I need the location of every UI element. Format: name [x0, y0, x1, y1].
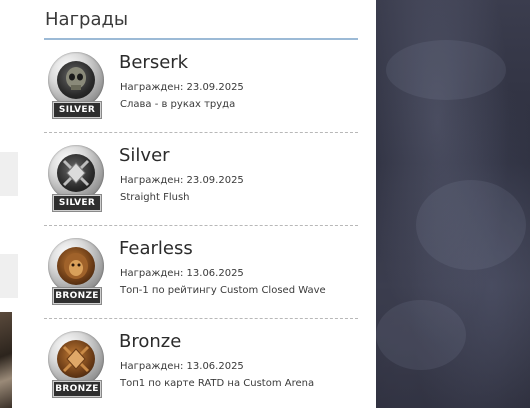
- tier-badge: SILVER: [52, 101, 102, 119]
- award-description: Слава - в руках труда: [120, 99, 236, 110]
- left-gutter-image: [0, 312, 12, 408]
- awards-panel: Награды SILVER Berserk Награжден: 23.09.…: [44, 0, 358, 411]
- diamond-swords-medal-icon: [48, 331, 104, 387]
- award-name: Fearless: [119, 238, 193, 259]
- tier-badge: BRONZE: [52, 380, 102, 398]
- left-gutter-tab: [0, 254, 18, 298]
- award-date: Награжден: 13.06.2025: [120, 361, 244, 372]
- award-item[interactable]: BRONZE Bronze Награжден: 13.06.2025 Топ1…: [44, 319, 358, 411]
- award-name: Silver: [119, 145, 170, 166]
- diamond-swords-medal-icon: [48, 145, 104, 201]
- award-description: Топ-1 по рейтингу Custom Closed Wave: [120, 285, 326, 296]
- award-item[interactable]: SILVER Silver Награжден: 23.09.2025 Stra…: [44, 133, 358, 226]
- panel-title: Награды: [44, 0, 358, 40]
- tier-badge: SILVER: [52, 194, 102, 212]
- left-gutter-tab: [0, 152, 18, 196]
- award-date: Награжден: 23.09.2025: [120, 82, 244, 93]
- award-date: Награжден: 23.09.2025: [120, 175, 244, 186]
- award-item[interactable]: SILVER Berserk Награжден: 23.09.2025 Сла…: [44, 40, 358, 133]
- skull-medal-icon: [48, 52, 104, 108]
- award-description: Топ1 по карте RATD на Custom Arena: [120, 378, 315, 389]
- lion-medal-icon: [48, 238, 104, 294]
- award-item[interactable]: BRONZE Fearless Награжден: 13.06.2025 То…: [44, 226, 358, 319]
- award-name: Berserk: [119, 52, 189, 73]
- award-description: Straight Flush: [120, 192, 190, 203]
- background-artwork: [376, 0, 530, 408]
- award-date: Награжден: 13.06.2025: [120, 268, 244, 279]
- award-name: Bronze: [119, 331, 182, 352]
- tier-badge: BRONZE: [52, 287, 102, 305]
